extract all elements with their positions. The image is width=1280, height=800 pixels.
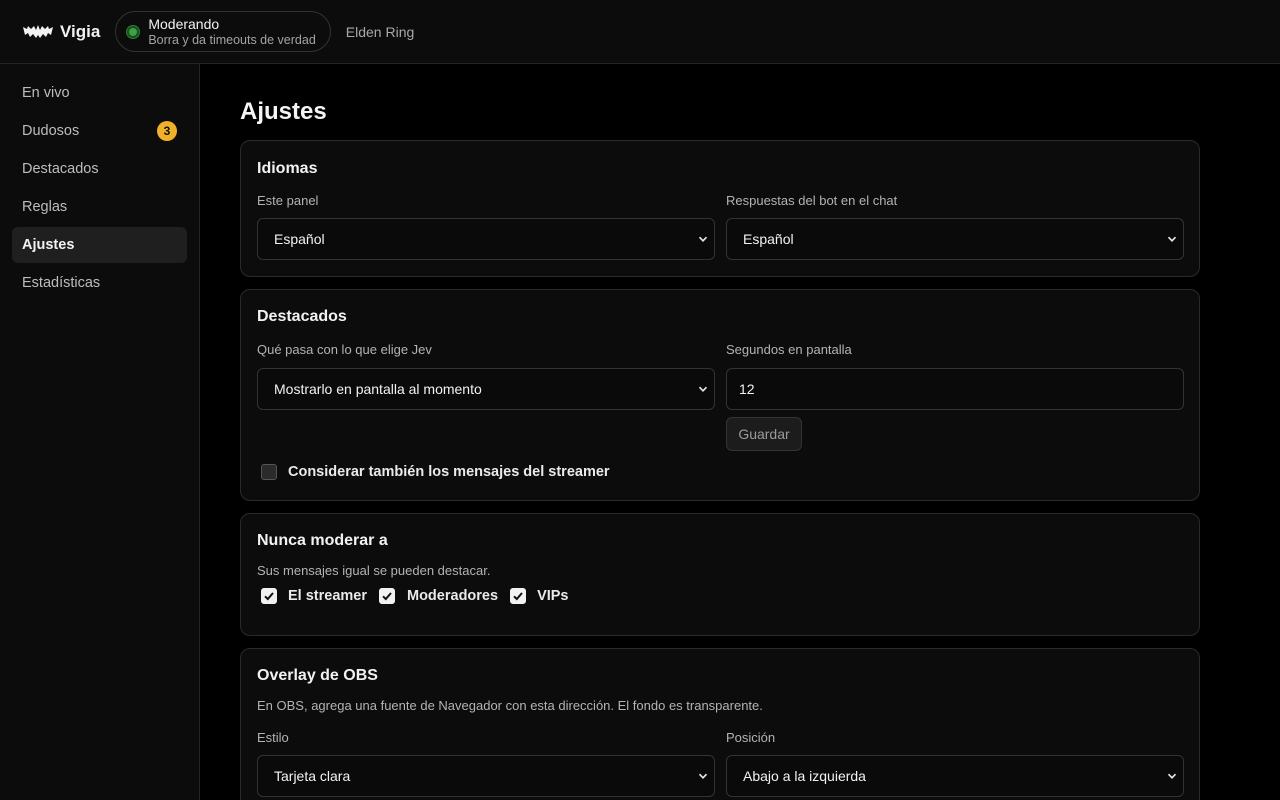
page-title: Ajustes <box>240 98 327 125</box>
checkbox-label: Considerar también los mensajes del stre… <box>288 464 610 480</box>
chevron-down-icon <box>698 236 708 243</box>
sidebar-item-label: Estadísticas <box>22 275 101 291</box>
brand[interactable]: Vigia <box>23 22 100 42</box>
moderation-status-pill[interactable]: Moderando Borra y da timeouts de verdad <box>115 11 331 52</box>
sidebar-item-destacados[interactable]: Destacados <box>12 151 187 187</box>
chevron-down-icon <box>1167 236 1177 243</box>
languages-card: Idiomas Este panel Español Respuestas de… <box>240 140 1200 277</box>
streamer-messages-option[interactable]: Considerar también los mensajes del stre… <box>261 464 1183 480</box>
overlay-position-select[interactable]: Abajo a la izquierda <box>726 755 1184 797</box>
count-badge: 3 <box>157 121 177 141</box>
card-title: Nunca moderar a <box>257 532 388 549</box>
card-title: Destacados <box>257 308 347 325</box>
exempt-options: El streamer Moderadores VIPs <box>261 588 1183 604</box>
overlay-position-label: Posición <box>726 730 776 745</box>
streamer-exempt-checkbox[interactable] <box>261 588 277 604</box>
checkbox-label: VIPs <box>537 588 569 604</box>
sidebar: En vivo Dudosos 3 Destacados Reglas Ajust… <box>0 64 200 800</box>
select-value: Español <box>743 231 794 247</box>
highlights-card: Destacados Qué pasa con lo que elige Jev… <box>240 289 1200 501</box>
select-value: Abajo a la izquierda <box>743 768 866 784</box>
sidebar-item-estadisticas[interactable]: Estadísticas <box>12 265 187 301</box>
check-icon <box>382 592 392 601</box>
sidebar-item-ajustes[interactable]: Ajustes <box>12 227 187 263</box>
select-value: Tarjeta clara <box>274 768 351 784</box>
card-description: Sus mensajes igual se pueden destacar. <box>257 563 491 578</box>
card-description: En OBS, agrega una fuente de Navegador c… <box>257 698 763 713</box>
status-text: Moderando Borra y da timeouts de verdad <box>148 17 315 47</box>
check-icon <box>513 592 523 601</box>
chevron-down-icon <box>1167 773 1177 780</box>
vips-exempt-checkbox[interactable] <box>510 588 527 604</box>
sidebar-item-label: En vivo <box>22 85 70 101</box>
sidebar-item-dudosos[interactable]: Dudosos 3 <box>12 113 187 149</box>
input-value: 12 <box>739 381 755 397</box>
sidebar-item-label: Destacados <box>22 161 99 177</box>
save-button[interactable]: Guardar <box>726 417 802 451</box>
status-subtitle: Borra y da timeouts de verdad <box>148 32 316 47</box>
card-title: Overlay de OBS <box>257 667 378 684</box>
obs-overlay-card: Overlay de OBS En OBS, agrega una fuente… <box>240 648 1200 800</box>
check-icon <box>264 592 274 601</box>
overlay-style-label: Estilo <box>257 730 289 745</box>
sidebar-item-label: Ajustes <box>22 237 75 253</box>
checkbox-label: El streamer <box>288 588 367 604</box>
panel-language-label: Este panel <box>257 193 319 208</box>
checkbox-label: Moderadores <box>407 588 499 604</box>
highlight-action-select[interactable]: Mostrarlo en pantalla al momento <box>257 368 715 410</box>
sidebar-item-reglas[interactable]: Reglas <box>12 189 187 225</box>
top-bar: Vigia Moderando Borra y da timeouts de v… <box>0 0 1280 64</box>
never-moderate-card: Nunca moderar a Sus mensajes igual se pu… <box>240 513 1200 636</box>
brand-name: Vigia <box>60 21 101 41</box>
seconds-on-screen-label: Segundos en pantalla <box>726 342 852 357</box>
streamer-messages-checkbox[interactable] <box>261 464 277 480</box>
main-content: Ajustes Idiomas Este panel Español Respu… <box>240 96 1200 800</box>
status-dot-icon <box>127 25 140 38</box>
sidebar-item-label: Dudosos <box>22 123 80 139</box>
select-value: Mostrarlo en pantalla al momento <box>274 381 482 397</box>
bot-language-label: Respuestas del bot en el chat <box>726 193 898 208</box>
highlight-action-label: Qué pasa con lo que elige Jev <box>257 342 432 357</box>
chevron-down-icon <box>698 773 708 780</box>
moderators-exempt-checkbox[interactable] <box>379 588 395 604</box>
bot-language-select[interactable]: Español <box>726 218 1184 260</box>
card-title: Idiomas <box>257 160 318 177</box>
select-value: Español <box>274 231 325 247</box>
status-title: Moderando <box>148 15 220 32</box>
current-game: Elden Ring <box>345 23 415 40</box>
overlay-style-select[interactable]: Tarjeta clara <box>257 755 715 797</box>
panel-language-select[interactable]: Español <box>257 218 715 260</box>
sidebar-item-label: Reglas <box>22 199 68 215</box>
seconds-on-screen-input[interactable]: 12 <box>726 368 1184 410</box>
chevron-down-icon <box>698 386 708 393</box>
sidebar-item-en-vivo[interactable]: En vivo <box>12 75 187 111</box>
bat-icon <box>23 24 53 38</box>
